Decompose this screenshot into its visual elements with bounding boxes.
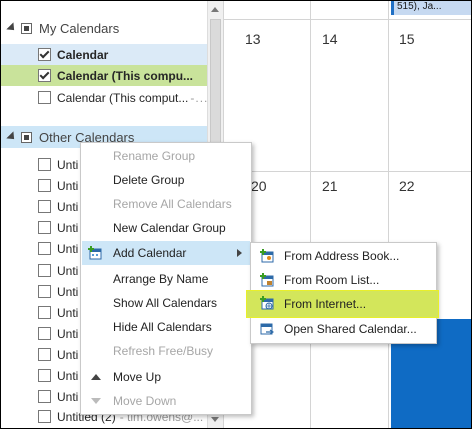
calendar-checkbox[interactable] bbox=[38, 69, 51, 82]
menu-item-label: Remove All Calendars bbox=[113, 197, 232, 211]
menu-item-add-calendar[interactable]: Add Calendar bbox=[82, 241, 250, 265]
move-down-icon bbox=[91, 398, 101, 404]
menu-item-label: Refresh Free/Busy bbox=[113, 344, 214, 358]
scroll-down-arrow-icon[interactable] bbox=[211, 417, 219, 422]
calendar-checkbox[interactable] bbox=[38, 306, 51, 319]
submenu-item-label: Open Shared Calendar... bbox=[284, 322, 417, 336]
calendar-item-label: Unti bbox=[57, 178, 79, 193]
menu-item-label: Show All Calendars bbox=[113, 296, 218, 310]
day-number[interactable]: 22 bbox=[399, 178, 415, 194]
collapse-arrow-icon[interactable] bbox=[6, 131, 18, 143]
calendar-item-label: Unti bbox=[57, 347, 79, 362]
address-book-icon bbox=[260, 249, 274, 263]
calendar-item[interactable]: Calendar (This comput... -... bbox=[1, 87, 207, 108]
menu-item-label: New Calendar Group bbox=[113, 221, 226, 235]
calendar-checkbox[interactable] bbox=[38, 200, 51, 213]
calendar-item-label: Calendar (This compu... bbox=[57, 68, 194, 83]
add-calendar-submenu: From Address Book... From Room List... F… bbox=[246, 242, 439, 344]
day-number[interactable]: 15 bbox=[399, 31, 415, 47]
calendar-checkbox[interactable] bbox=[38, 48, 51, 61]
calendar-checkbox[interactable] bbox=[38, 158, 51, 171]
menu-item-show-all-calendars[interactable]: Show All Calendars bbox=[82, 291, 250, 315]
calendar-item-label: Unti bbox=[57, 284, 79, 299]
calendar-checkbox[interactable] bbox=[38, 327, 51, 340]
internet-calendar-icon bbox=[260, 296, 274, 310]
calendar-checkbox[interactable] bbox=[38, 369, 51, 382]
calendar-item-label: Unti bbox=[57, 305, 79, 320]
calendar-checkbox[interactable] bbox=[38, 390, 51, 403]
calendar-checkbox[interactable] bbox=[38, 410, 51, 423]
calendar-item-label: Calendar bbox=[57, 47, 109, 62]
menu-item-arrange-by-name[interactable]: Arrange By Name bbox=[82, 267, 250, 291]
context-menu: Rename Group Delete Group Remove All Cal… bbox=[80, 142, 252, 415]
group-checkbox[interactable] bbox=[21, 131, 32, 143]
calendar-checkbox[interactable] bbox=[38, 91, 51, 104]
submenu-item-label: From Internet... bbox=[284, 297, 367, 311]
scroll-up-arrow-icon[interactable] bbox=[211, 7, 219, 12]
calendar-item-label: Unti bbox=[57, 263, 79, 278]
calendar-item-label: Calendar (This comput... bbox=[57, 90, 189, 105]
grid-line bbox=[223, 171, 471, 172]
grid-line bbox=[223, 19, 471, 20]
submenu-arrow-icon bbox=[237, 249, 242, 257]
submenu-item-label: From Room List... bbox=[284, 273, 380, 287]
calendar-checkbox[interactable] bbox=[38, 242, 51, 255]
submenu-item-open-shared-calendar[interactable]: Open Shared Calendar... bbox=[252, 317, 435, 341]
calendar-item-label: Unti bbox=[57, 389, 79, 404]
day-number[interactable]: 14 bbox=[322, 31, 338, 47]
menu-item-refresh-free-busy[interactable]: Refresh Free/Busy bbox=[82, 339, 250, 363]
menu-item-label: Rename Group bbox=[113, 149, 196, 163]
menu-item-label: Delete Group bbox=[113, 173, 185, 187]
submenu-item-from-address-book[interactable]: From Address Book... bbox=[252, 244, 435, 268]
calendar-item-label: Unti bbox=[57, 157, 79, 172]
my-calendars-label: My Calendars bbox=[39, 20, 120, 36]
add-calendar-icon bbox=[88, 246, 102, 260]
submenu-item-from-internet[interactable]: From Internet... bbox=[246, 290, 439, 318]
grid-line bbox=[310, 1, 311, 428]
menu-item-rename-group[interactable]: Rename Group bbox=[82, 144, 250, 168]
room-list-icon bbox=[260, 273, 274, 287]
day-number[interactable]: 21 bbox=[322, 178, 338, 194]
outlook-calendar-window: My Calendars Calendar Calendar (This com… bbox=[0, 0, 472, 429]
day-number[interactable]: 20 bbox=[251, 178, 267, 194]
submenu-item-label: From Address Book... bbox=[284, 249, 400, 263]
menu-item-label: Move Up bbox=[113, 370, 162, 384]
truncation-dots: -... bbox=[190, 90, 209, 105]
day-number[interactable]: 13 bbox=[245, 31, 261, 47]
menu-item-label: Arrange By Name bbox=[113, 272, 209, 286]
calendar-item-label: Unti bbox=[57, 241, 79, 256]
calendar-item[interactable]: Calendar (This compu... bbox=[1, 65, 207, 86]
menu-item-remove-all-calendars[interactable]: Remove All Calendars bbox=[82, 192, 250, 216]
calendar-checkbox[interactable] bbox=[38, 221, 51, 234]
menu-item-label: Hide All Calendars bbox=[113, 320, 212, 334]
calendar-checkbox[interactable] bbox=[38, 348, 51, 361]
calendar-item-label: Unti bbox=[57, 368, 79, 383]
calendar-item-label: Unti bbox=[57, 199, 79, 214]
menu-item-label: Move Down bbox=[113, 394, 177, 408]
collapse-arrow-icon[interactable] bbox=[6, 22, 18, 34]
menu-item-new-calendar-group[interactable]: New Calendar Group bbox=[82, 216, 250, 240]
shared-calendar-icon bbox=[260, 323, 274, 335]
calendar-checkbox[interactable] bbox=[38, 264, 51, 277]
move-up-icon bbox=[91, 374, 101, 380]
grid-line bbox=[388, 1, 389, 428]
menu-item-move-up[interactable]: Move Up bbox=[82, 365, 250, 389]
my-calendars-group[interactable]: My Calendars bbox=[1, 17, 207, 39]
appointment[interactable]: 515), Ja... bbox=[391, 1, 471, 15]
calendar-checkbox[interactable] bbox=[38, 285, 51, 298]
menu-item-delete-group[interactable]: Delete Group bbox=[82, 168, 250, 192]
calendar-checkbox[interactable] bbox=[38, 179, 51, 192]
calendar-item-label: Unti bbox=[57, 326, 79, 341]
menu-item-move-down[interactable]: Move Down bbox=[82, 389, 250, 413]
menu-item-label: Add Calendar bbox=[113, 246, 187, 260]
submenu-item-from-room-list[interactable]: From Room List... bbox=[252, 268, 435, 292]
calendar-item-label: Unti bbox=[57, 220, 79, 235]
calendar-item[interactable]: Calendar bbox=[1, 44, 207, 65]
group-checkbox[interactable] bbox=[21, 22, 32, 34]
menu-item-hide-all-calendars[interactable]: Hide All Calendars bbox=[82, 315, 250, 339]
